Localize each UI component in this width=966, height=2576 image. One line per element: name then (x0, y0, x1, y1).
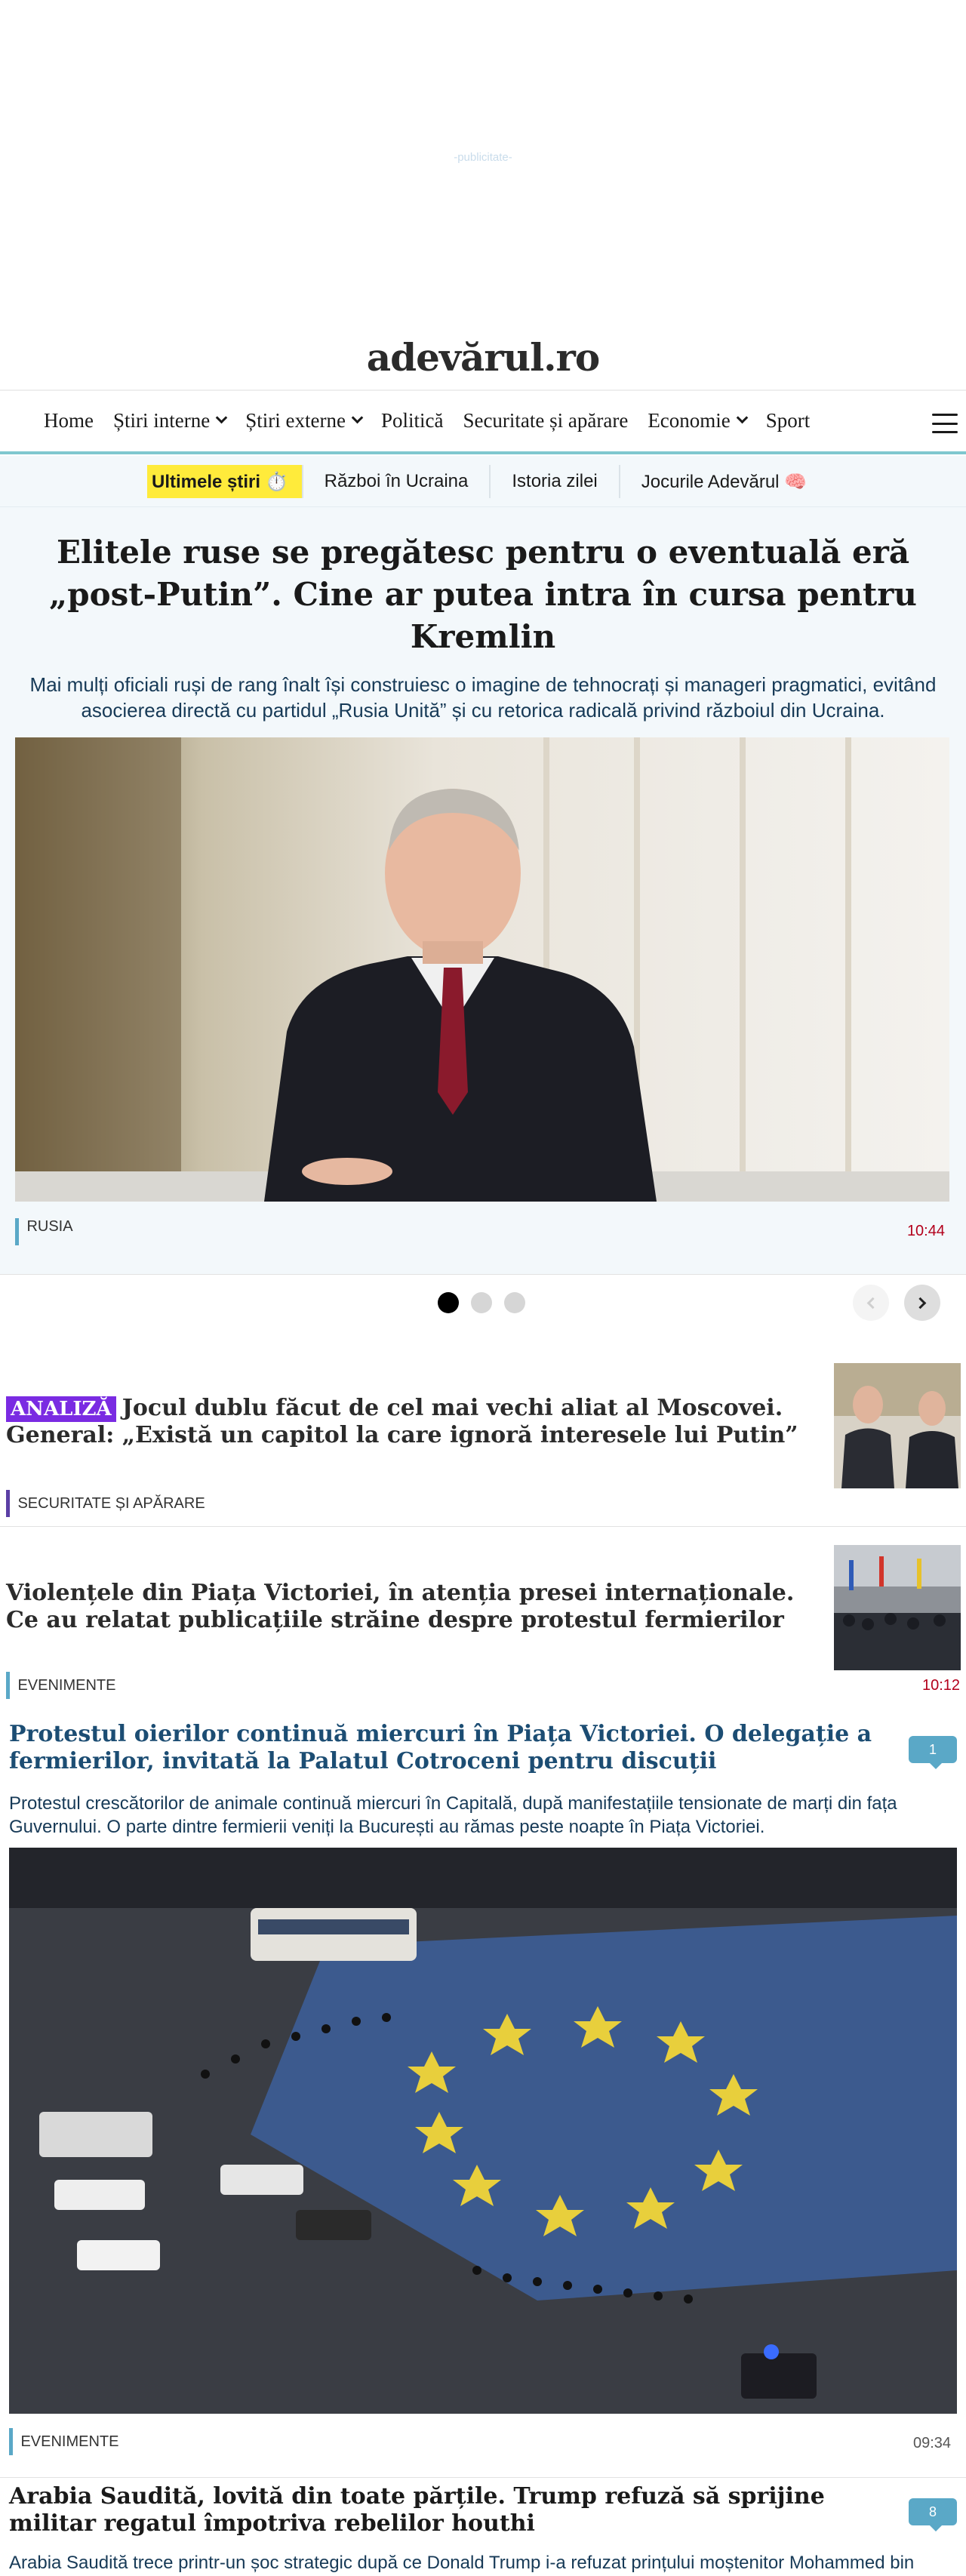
divider (0, 1526, 966, 1527)
hero-category[interactable]: RUSIA (26, 1218, 72, 1236)
category-marker (6, 1672, 10, 1699)
hero-image[interactable] (15, 737, 949, 1202)
article-category[interactable]: EVENIMENTE (17, 1677, 115, 1694)
nav-item[interactable]: Sport (766, 409, 811, 432)
article-time: 10:12 (922, 1677, 961, 1694)
article-category[interactable]: SECURITATE ȘI APĂRARE (17, 1495, 205, 1513)
nav-item-label: Știri interne (112, 409, 211, 432)
menu-icon[interactable] (932, 414, 958, 433)
nav-item-label: Sport (765, 409, 811, 432)
nav-item-label: Știri externe (245, 409, 346, 432)
analysis-badge: ANALIZĂ (6, 1396, 116, 1422)
quick-link[interactable]: Istoria zilei (489, 465, 618, 498)
chevron-right-icon (914, 1297, 927, 1309)
article-thumbnail[interactable] (834, 1363, 961, 1488)
nav-item[interactable]: Home (44, 409, 94, 432)
nav-item-label: Home (44, 409, 94, 432)
carousel-dot[interactable] (471, 1292, 492, 1313)
quick-link[interactable]: Ultimele știri ⏱️ (147, 465, 302, 498)
carousel-dots (438, 1292, 525, 1313)
nav-item[interactable]: Economie (648, 409, 749, 432)
hero-lead: Mai mulți oficiali ruși de rang înalt îș… (29, 673, 937, 722)
comment-count-badge[interactable]: 8 (909, 2498, 957, 2531)
quick-links-bar: Ultimele știri ⏱️ Război în Ucraina Istori… (0, 456, 966, 507)
category-marker (6, 1490, 10, 1517)
hero-meta: RUSIA 10:44 (15, 1218, 949, 1245)
nav-item-label: Politică (380, 409, 444, 432)
article-thumbnail[interactable] (834, 1545, 961, 1670)
category-marker (15, 1218, 19, 1245)
site-logo[interactable]: adevărul.ro (0, 335, 966, 380)
story-lead: Protestul crescătorilor de animale conti… (9, 1793, 897, 1837)
hero-title[interactable]: Elitele ruse se pregătesc pentru o event… (30, 531, 936, 658)
comment-count-badge[interactable]: 1 (909, 1736, 957, 1769)
story-lead: Arabia Saudită trece printr-un șoc strat… (9, 2553, 915, 2573)
story-time: 09:34 (913, 2435, 952, 2451)
main-navigation: Home Știri interne Știri externe Politică Se… (0, 389, 966, 454)
ad-label: -publicitate- (454, 151, 512, 164)
nav-item-label: Economie (648, 409, 731, 432)
carousel-next-button[interactable] (904, 1285, 940, 1321)
article-title[interactable]: Violențele din Piața Victoriei, în atenț… (6, 1580, 821, 1634)
story-photo (9, 1848, 957, 2414)
carousel-dot[interactable] (504, 1292, 525, 1313)
quick-link[interactable]: Jocurile Adevărul 🧠 (618, 465, 828, 498)
story-image[interactable] (9, 1848, 957, 2414)
nav-item[interactable]: Politică (381, 409, 444, 432)
hero-article: Elitele ruse se pregătesc pentru o event… (0, 507, 966, 1274)
thumbnail-photo (834, 1363, 961, 1488)
article-title-text: Jocul dublu făcut de cel mai vechi aliat… (6, 1395, 798, 1448)
chevron-down-icon (736, 411, 749, 424)
divider (0, 2477, 966, 2478)
carousel-prev-button[interactable] (853, 1285, 889, 1321)
story-category[interactable]: EVENIMENTE (20, 2433, 118, 2451)
chevron-down-icon (215, 411, 228, 424)
carousel-dot[interactable] (438, 1292, 459, 1313)
chevron-left-icon (866, 1297, 879, 1309)
nav-items: Home Știri interne Știri externe Politică Se… (44, 409, 810, 432)
article-title[interactable]: ANALIZĂ Jocul dublu făcut de cel mai vech… (6, 1395, 821, 1449)
article-meta: EVENIMENTE (6, 1672, 115, 1699)
nav-item[interactable]: Știri interne (112, 409, 228, 432)
chevron-down-icon (351, 411, 364, 424)
nav-item[interactable]: Știri externe (245, 409, 364, 432)
quick-link[interactable]: Război în Ucraina (301, 465, 490, 498)
story-title[interactable]: Protestul oierilor continuă miercuri în … (9, 1721, 892, 1775)
quick-links: Ultimele știri ⏱️ Război în Ucraina Istori… (147, 465, 828, 498)
hero-time: 10:44 (906, 1223, 945, 1239)
nav-item-label: Securitate și apărare (463, 409, 629, 432)
hero-photo (15, 737, 949, 1202)
story-meta: EVENIMENTE (9, 2428, 118, 2455)
thumbnail-photo (834, 1545, 961, 1670)
divider (0, 1274, 966, 1275)
nav-item[interactable]: Securitate și apărare (463, 409, 628, 432)
category-marker (9, 2428, 13, 2455)
article-meta: SECURITATE ȘI APĂRARE (6, 1490, 205, 1517)
story-title[interactable]: Arabia Saudită, lovită din toate părțile… (9, 2483, 892, 2538)
advertisement-area: -publicitate- (0, 0, 966, 317)
